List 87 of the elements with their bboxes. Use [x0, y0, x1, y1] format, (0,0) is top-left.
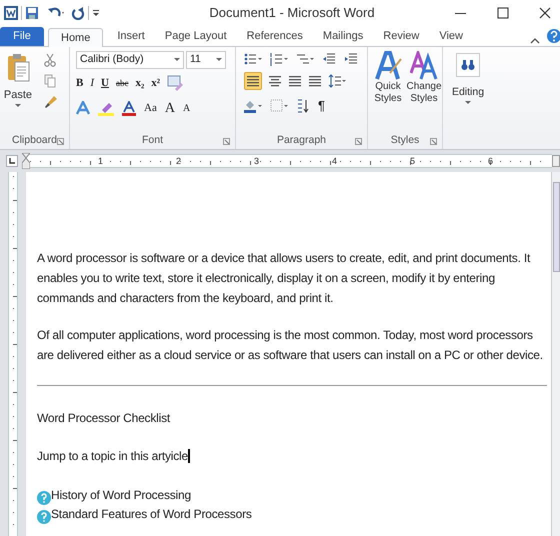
sort-icon[interactable] — [296, 98, 310, 113]
indent-marker-icon[interactable] — [22, 153, 30, 169]
styles-icon — [410, 51, 438, 81]
styles-button[interactable]: Change Styles — [408, 51, 440, 105]
word-logo-icon[interactable] — [4, 6, 18, 20]
dropdown-arrow-icon — [465, 100, 471, 105]
tab-selector[interactable] — [6, 155, 18, 167]
paragraph: A word processor is software or a device that allows users to create, edit, and print documents. It enables you to write text, store it electronically, display it on a screen, modify it by entering commands and characters from the keyboard, and print it. — [37, 250, 532, 307]
body-text: Jump to a topic in this artyicle — [37, 448, 188, 465]
align-left-button[interactable] — [244, 72, 262, 90]
dropdown-arrow-icon — [15, 104, 21, 108]
justify-icon[interactable] — [308, 74, 322, 88]
ruler-number: 6 — [488, 155, 494, 168]
close-icon[interactable] — [538, 6, 552, 20]
ribbon-tab[interactable]: Insert — [107, 27, 155, 46]
highlight-icon[interactable] — [98, 100, 114, 116]
change-case-button[interactable]: Aa — [144, 100, 157, 116]
save-icon[interactable] — [25, 6, 39, 20]
ribbon-tab[interactable]: Home — [48, 28, 104, 47]
decrease-indent-icon[interactable] — [322, 52, 336, 66]
redo-icon[interactable] — [71, 6, 85, 20]
shading-icon[interactable] — [244, 98, 262, 113]
align-right-icon[interactable] — [288, 74, 302, 88]
left-tab-icon — [9, 158, 15, 164]
clear-formatting-icon[interactable] — [167, 75, 184, 92]
list-item: History of Word Processing — [51, 487, 191, 504]
align-left-icon — [246, 74, 260, 88]
file-tab[interactable]: File — [0, 27, 44, 46]
grow-font-button[interactable]: A — [164, 98, 175, 118]
font-size-dropdown[interactable]: 11 — [186, 51, 226, 69]
ruler-number: 2 — [176, 155, 182, 168]
increase-indent-icon[interactable] — [344, 52, 358, 66]
ribbon-tab[interactable]: Review — [373, 27, 430, 46]
scrollbar[interactable] — [551, 172, 560, 536]
ribbon-tab[interactable]: Page Layout — [154, 27, 237, 46]
styles-icon — [374, 51, 402, 81]
dialog-launcher-icon[interactable] — [57, 138, 64, 145]
editing-button[interactable]: Editing — [443, 47, 493, 105]
clipboard-icon — [6, 53, 30, 83]
ruler-number: 3 — [254, 155, 260, 168]
help-icon — [37, 491, 51, 505]
underline-button[interactable]: U — [101, 75, 109, 92]
ruler-number: 4 — [332, 155, 338, 168]
shrink-font-button[interactable]: A — [182, 100, 190, 116]
binoculars-icon — [461, 59, 475, 71]
group-label: Font — [142, 133, 163, 148]
numbering-icon[interactable] — [270, 52, 288, 66]
dropdown-arrow-icon — [174, 58, 180, 62]
font-color-icon[interactable] — [122, 100, 136, 116]
text-effects-icon[interactable] — [76, 101, 90, 115]
list-item: Standard Features of Word Processors — [51, 506, 252, 523]
group-label: Styles — [390, 133, 420, 148]
paste-button[interactable]: Paste — [0, 47, 36, 133]
text-cursor — [188, 449, 190, 463]
font-name-dropdown[interactable]: Calibri (Body) — [76, 51, 184, 69]
ruler-number: 1 — [98, 155, 104, 168]
customize-icon[interactable] — [92, 8, 100, 18]
maximize-icon[interactable] — [496, 6, 510, 20]
help-icon — [37, 510, 51, 524]
group-label: Clipboard — [12, 133, 57, 148]
ribbon-tab[interactable]: References — [236, 27, 313, 46]
center-icon[interactable] — [268, 74, 282, 88]
bullets-icon[interactable] — [244, 52, 262, 66]
paragraph: Of all computer applications, word processing is the most common. Today, most word processors are delivered either as a cloud service or as software that users can install on a PC or other device. — [37, 327, 544, 364]
heading-text: Word Processor Checklist — [37, 410, 172, 427]
ribbon-tab[interactable]: View — [429, 27, 473, 46]
dialog-launcher-icon[interactable] — [223, 138, 230, 145]
window-title: Document1 - Microsoft Word — [208, 4, 376, 22]
strikethrough-button[interactable]: abc — [116, 76, 128, 90]
dialog-launcher-icon[interactable] — [430, 138, 437, 145]
dropdown-arrow-icon — [216, 58, 222, 62]
ribbon-tab[interactable]: Mailings — [312, 27, 374, 46]
dialog-launcher-icon[interactable] — [355, 138, 362, 145]
line-spacing-icon[interactable] — [328, 74, 346, 88]
italic-button[interactable]: I — [90, 75, 94, 92]
collapse-ribbon-icon[interactable] — [530, 36, 540, 46]
superscript-button[interactable]: x² — [151, 75, 160, 92]
ruler-number: 5 — [410, 155, 416, 168]
multilevel-list-icon[interactable] — [296, 52, 314, 66]
show-formatting-button[interactable]: ¶ — [318, 96, 325, 116]
bold-button[interactable]: B — [76, 75, 84, 92]
styles-button[interactable]: Quick Styles — [372, 51, 404, 105]
format-painter-icon[interactable] — [44, 95, 58, 109]
cut-icon[interactable] — [44, 53, 56, 67]
subscript-button[interactable]: x₂ — [135, 75, 144, 92]
group-label: Paragraph — [276, 133, 326, 148]
help-icon[interactable] — [546, 28, 560, 44]
